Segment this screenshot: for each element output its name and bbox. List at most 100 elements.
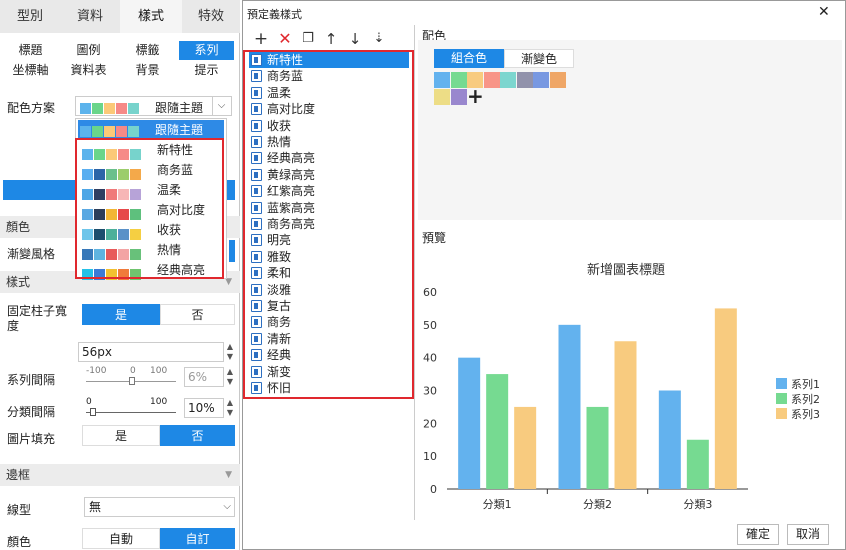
legend-label: 系列3 xyxy=(791,407,820,421)
dialog-title: 預定義樣式 xyxy=(247,8,302,21)
palette-color[interactable] xyxy=(533,72,549,88)
palette-color[interactable] xyxy=(434,89,450,105)
sort-icon[interactable]: ⇣ xyxy=(370,30,388,48)
legend-swatch xyxy=(776,408,787,419)
border-color-custom[interactable]: 自訂 xyxy=(160,528,235,549)
copy-icon[interactable]: ❐ xyxy=(299,30,317,48)
close-icon[interactable]: ✕ xyxy=(818,4,830,20)
chart-title: 新增圖表標題 xyxy=(587,262,665,278)
color-swatch xyxy=(104,103,115,114)
subtab-series[interactable]: 系列 xyxy=(179,41,234,60)
category-gap-stepper[interactable]: ▲ ▼ xyxy=(225,398,235,418)
color-swatch xyxy=(80,126,91,137)
x-tick-label: 分類2 xyxy=(583,498,612,511)
category-gap-min: 0 xyxy=(86,397,92,407)
subtab-label[interactable]: 標籤 xyxy=(120,41,175,60)
tab-effects[interactable]: 特效 xyxy=(182,0,240,33)
add-color-icon[interactable]: + xyxy=(467,84,484,108)
preview-chart: 新增圖表標題 0 10 20 30 40 50 60 分類1 分類2 分類3 系列1系列2系列3 xyxy=(418,245,842,519)
color-swatch xyxy=(104,126,115,137)
ok-button[interactable]: 確定 xyxy=(737,524,779,545)
highlight-box-style-list xyxy=(243,50,414,399)
line-type-label: 線型 xyxy=(7,503,32,517)
subtab-datasheet[interactable]: 資料表 xyxy=(61,61,116,80)
delete-icon[interactable]: ✕ xyxy=(276,30,294,48)
series-gap-stepper[interactable]: ▲ ▼ xyxy=(225,367,235,387)
series-gap-slider-handle[interactable] xyxy=(129,377,135,385)
bar xyxy=(614,341,637,489)
bar xyxy=(486,374,509,489)
subtab-title[interactable]: 標題 xyxy=(3,41,58,60)
color-scheme-label: 配色方案 xyxy=(7,101,56,115)
y-tick-label: 40 xyxy=(423,352,437,365)
line-type-select[interactable]: 無 ⌵ xyxy=(84,497,235,517)
color-swatch xyxy=(116,126,127,137)
category-gap-slider-track[interactable] xyxy=(86,412,176,413)
subtab-tooltip[interactable]: 提示 xyxy=(179,61,234,80)
gradient-style-label: 漸變風格 xyxy=(7,247,56,261)
follow-theme-swatches xyxy=(80,124,140,138)
tab-type[interactable]: 型別 xyxy=(0,0,60,33)
subtab-background[interactable]: 背景 xyxy=(120,61,175,80)
fixed-width-no[interactable]: 否 xyxy=(160,304,235,325)
palette-color[interactable] xyxy=(500,72,516,88)
bar xyxy=(586,406,609,489)
category-gap-input[interactable]: 10% xyxy=(184,398,224,418)
tab-gradient-color[interactable]: 漸變色 xyxy=(504,49,574,68)
bar xyxy=(658,390,681,489)
width-stepper[interactable]: ▲ ▼ xyxy=(225,342,235,362)
chevron-down-icon: ⌵ xyxy=(223,501,231,512)
image-fill-yes[interactable]: 是 xyxy=(82,425,160,446)
category-gap-slider-handle[interactable] xyxy=(90,408,96,416)
series-gap-mid: 0 xyxy=(130,366,136,376)
y-tick-label: 30 xyxy=(423,385,437,398)
y-tick-label: 50 xyxy=(423,319,437,332)
tab-data[interactable]: 資料 xyxy=(60,0,120,33)
palette-color[interactable] xyxy=(516,72,533,88)
palette-color[interactable] xyxy=(483,72,500,88)
move-up-icon[interactable]: ↑ xyxy=(322,30,340,48)
fixed-width-yes[interactable]: 是 xyxy=(82,304,160,325)
color-scheme-select[interactable]: 跟隨主題 ⌵ xyxy=(75,96,232,116)
palette-color[interactable] xyxy=(434,72,450,88)
series-gap-min: -100 xyxy=(86,366,107,376)
image-fill-no[interactable]: 否 xyxy=(160,425,235,446)
border-color-label: 顏色 xyxy=(7,535,32,549)
chart-legend: 系列1系列2系列3 xyxy=(776,377,820,421)
subtab-axis[interactable]: 坐標軸 xyxy=(3,61,58,80)
tab-style[interactable]: 樣式 xyxy=(120,0,182,33)
series-gap-label: 系列間隔 xyxy=(7,373,56,387)
width-input[interactable]: 56px xyxy=(78,342,224,362)
line-type-value: 無 xyxy=(89,500,102,514)
cancel-button[interactable]: 取消 xyxy=(787,524,829,545)
palette-color[interactable] xyxy=(450,72,467,88)
gradient-toggle-edge[interactable] xyxy=(229,240,235,262)
y-tick-label: 60 xyxy=(423,286,437,299)
dropdown-item-follow-theme[interactable]: 跟隨主題 xyxy=(78,120,224,139)
legend-label: 系列2 xyxy=(791,392,820,406)
section-style-title: 樣式 xyxy=(6,275,31,289)
border-color-auto[interactable]: 自動 xyxy=(82,528,160,549)
legend-swatch xyxy=(776,393,787,404)
legend-label: 系列1 xyxy=(791,377,820,391)
palette-color[interactable] xyxy=(549,72,566,88)
series-gap-input[interactable]: 6% xyxy=(184,367,224,387)
move-down-icon[interactable]: ↓ xyxy=(346,30,364,48)
y-tick-label: 10 xyxy=(423,450,437,463)
bar xyxy=(458,357,481,489)
fixed-width-label: 固定柱子寬度 xyxy=(7,304,68,333)
collapse-icon[interactable]: ▼ xyxy=(225,464,232,486)
color-swatch xyxy=(92,103,103,114)
bar xyxy=(686,439,709,489)
subtab-legend[interactable]: 圖例 xyxy=(61,41,116,60)
palette-color[interactable] xyxy=(450,89,467,105)
chevron-down-icon[interactable]: ⌵ xyxy=(212,96,230,115)
top-tabs: 型別 資料 樣式 特效 xyxy=(0,0,240,33)
bar xyxy=(558,324,581,489)
preview-label: 預覽 xyxy=(422,231,447,245)
color-swatch xyxy=(128,103,139,114)
y-tick-label: 20 xyxy=(423,417,437,430)
add-icon[interactable]: + xyxy=(252,30,270,48)
x-tick-label: 分類1 xyxy=(483,498,512,511)
tab-combo-color[interactable]: 組合色 xyxy=(434,49,504,68)
